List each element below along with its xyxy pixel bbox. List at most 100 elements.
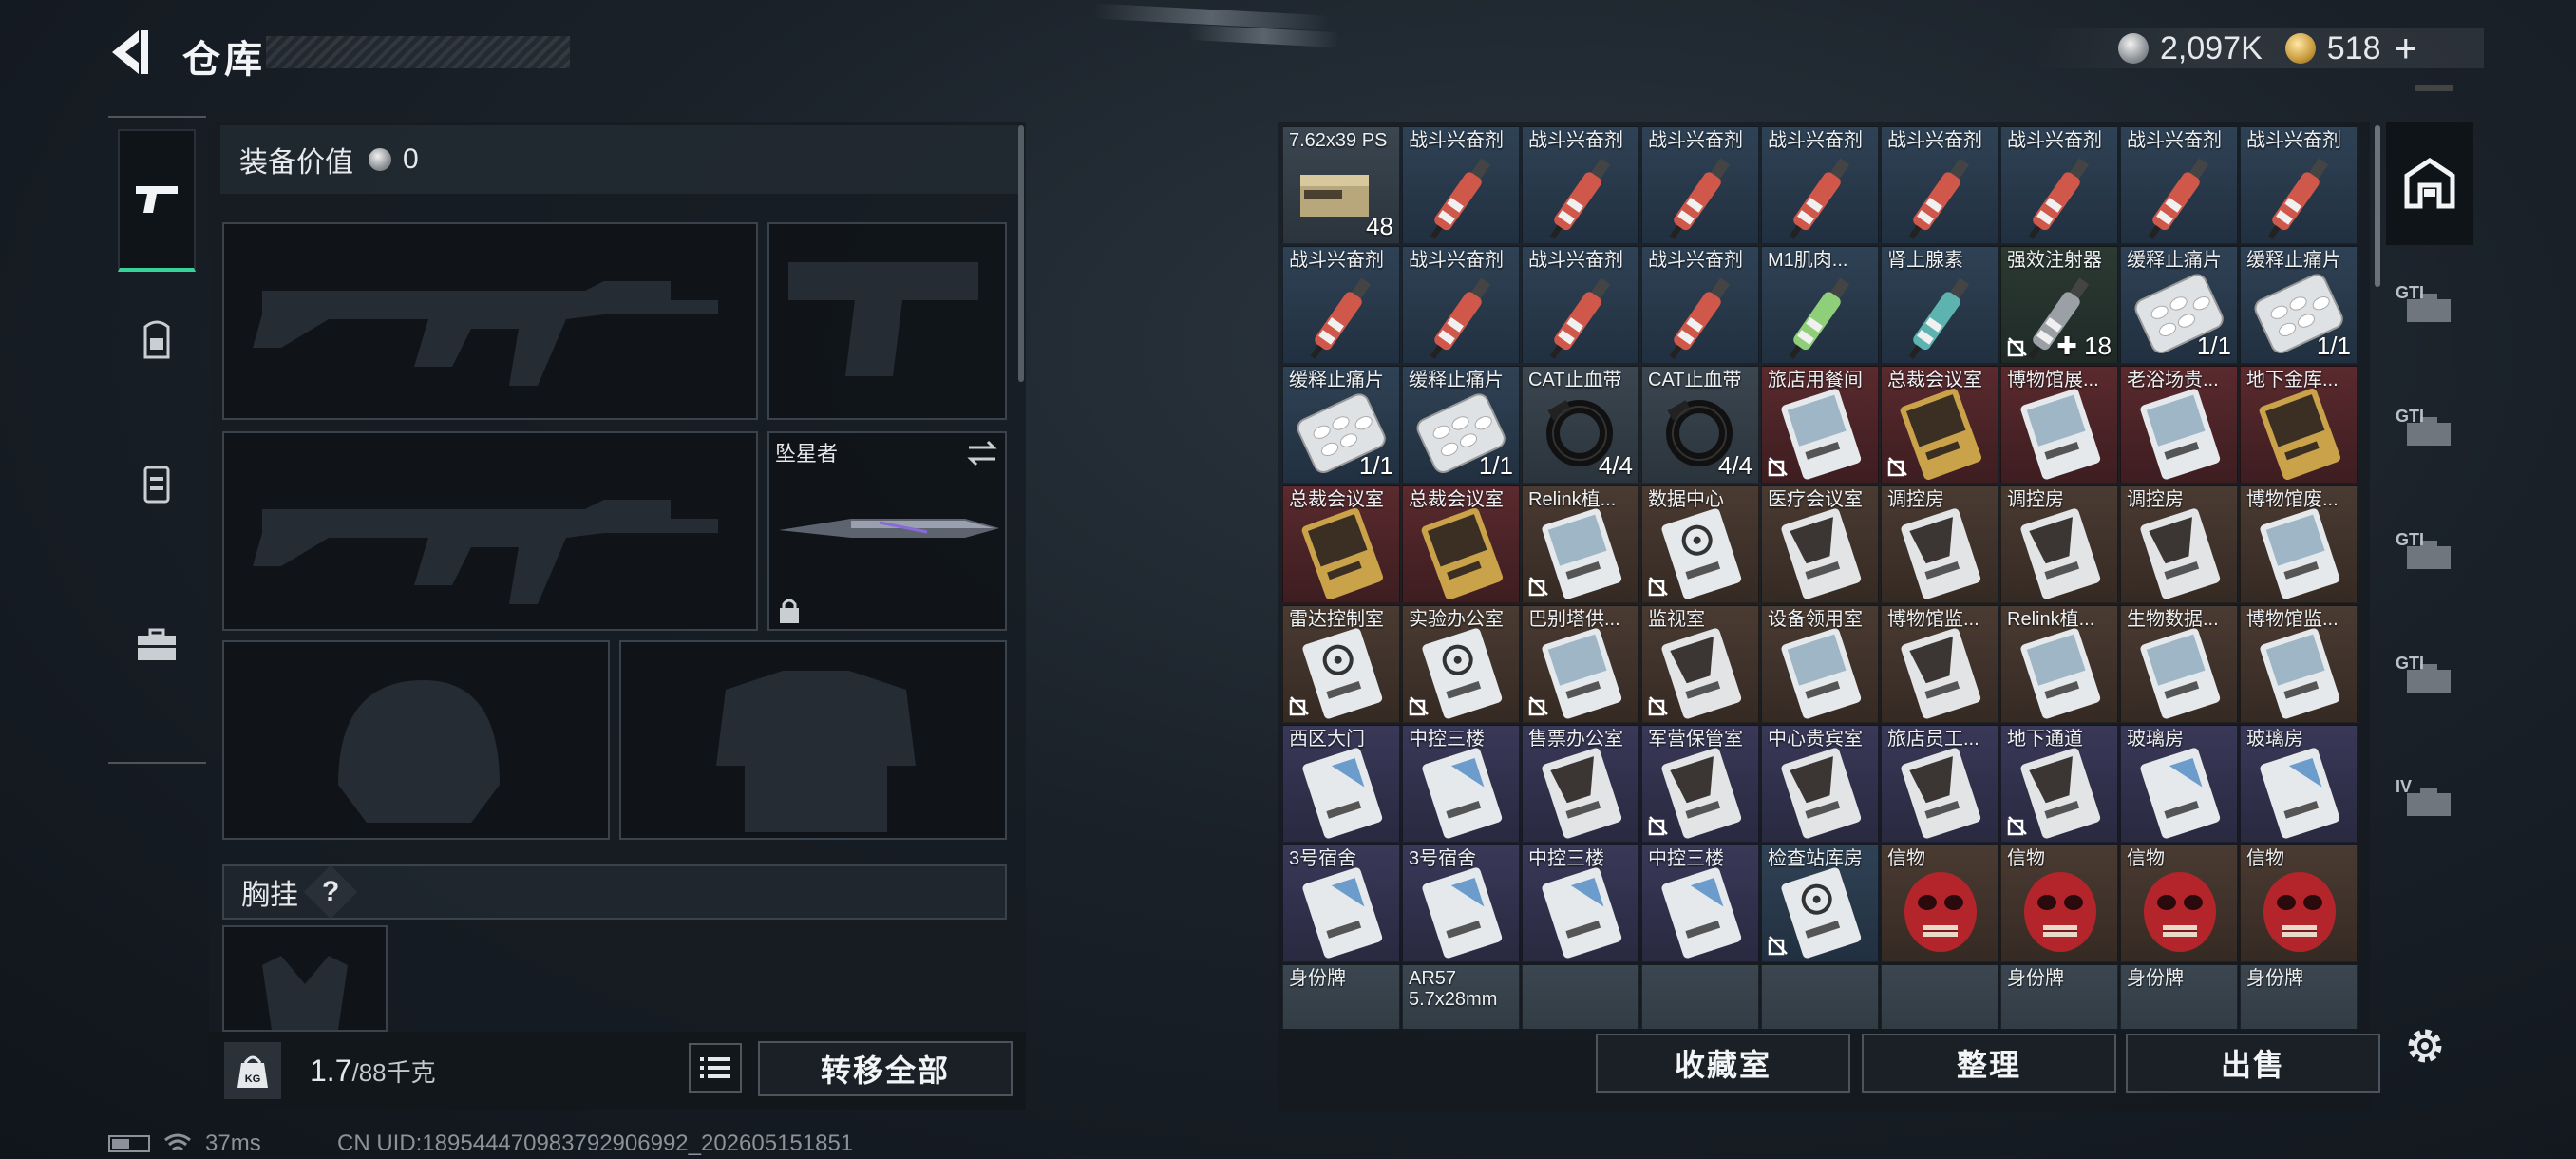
stash-item[interactable]: 中控三楼	[1641, 845, 1759, 962]
sell-button[interactable]: 出售	[2126, 1034, 2380, 1092]
stash-item[interactable]: 旅店员工...	[1881, 725, 1998, 843]
stash-item[interactable]: 中心贵宾室	[1761, 725, 1879, 843]
stash-item[interactable]: 博物馆废...	[2240, 485, 2358, 603]
pistol-slot[interactable]	[767, 222, 1007, 420]
stash-item[interactable]: 肾上腺素	[1881, 246, 1998, 364]
weight-button[interactable]: KG	[224, 1042, 281, 1099]
gear-icon[interactable]	[2401, 1022, 2449, 1070]
armor-slot[interactable]	[619, 640, 1007, 840]
stash-tab-4[interactable]: GTI	[2386, 616, 2473, 739]
stash-item[interactable]: 战斗兴奋剂	[1881, 126, 1998, 244]
stash-item[interactable]: 身份牌	[2120, 964, 2238, 1029]
weapon-tab[interactable]	[118, 129, 196, 272]
stash-item[interactable]: 设备领用室	[1761, 605, 1879, 723]
backpack-tab[interactable]	[118, 277, 196, 401]
stash-item[interactable]	[1881, 964, 1998, 1029]
stash-tab-all[interactable]	[2386, 122, 2473, 245]
transfer-all-button[interactable]: 转移全部	[758, 1041, 1013, 1096]
stash-item[interactable]: 3号宿舍	[1282, 845, 1400, 962]
stash-item[interactable]: 信物	[2000, 845, 2118, 962]
stash-item[interactable]: 信物	[2120, 845, 2238, 962]
stash-item[interactable]: 军营保管室	[1641, 725, 1759, 843]
stash-item[interactable]: 检查站库房	[1761, 845, 1879, 962]
stash-item[interactable]: 售票办公室	[1522, 725, 1639, 843]
stash-item[interactable]: Relink植...	[1522, 485, 1639, 603]
stash-item[interactable]: 西区大门	[1282, 725, 1400, 843]
stash-item[interactable]: 身份牌	[2240, 964, 2358, 1029]
sort-button[interactable]: 整理	[1862, 1034, 2116, 1092]
stash-item[interactable]: CAT止血带 4/4	[1522, 366, 1639, 484]
stash-item[interactable]: 缓释止痛片 1/1	[2120, 246, 2238, 364]
collection-room-button[interactable]: 收藏室	[1596, 1034, 1850, 1092]
stash-item[interactable]: 中控三楼	[1402, 725, 1520, 843]
stash-item[interactable]: 调控房	[2120, 485, 2238, 603]
swap-arrows-icon[interactable]	[965, 439, 999, 467]
stash-item[interactable]: 博物馆监...	[2240, 605, 2358, 723]
help-icon[interactable]: ?	[303, 864, 358, 920]
stash-item[interactable]: M1肌肉...	[1761, 246, 1879, 364]
secondary-weapon-slot[interactable]	[222, 431, 758, 631]
stash-item[interactable]: 总裁会议室	[1402, 485, 1520, 603]
stash-item[interactable]: 玻璃房	[2240, 725, 2358, 843]
stash-tab-3[interactable]: GTI	[2386, 492, 2473, 616]
stash-item[interactable]: 实验办公室	[1402, 605, 1520, 723]
stash-item[interactable]: 监视室	[1641, 605, 1759, 723]
primary-weapon-slot[interactable]	[222, 222, 758, 420]
stash-item[interactable]: 战斗兴奋剂	[1522, 126, 1639, 244]
stash-item[interactable]: 缓释止痛片 1/1	[1402, 366, 1520, 484]
stash-item[interactable]: 战斗兴奋剂	[2240, 126, 2358, 244]
stash-item[interactable]: 强效注射器 ✚ 18	[2000, 246, 2118, 364]
stash-item[interactable]: CAT止血带 4/4	[1641, 366, 1759, 484]
helmet-slot[interactable]	[222, 640, 610, 840]
stash-item[interactable]: 生物数据...	[2120, 605, 2238, 723]
stash-item[interactable]: 战斗兴奋剂	[2120, 126, 2238, 244]
case-tab[interactable]	[118, 583, 196, 707]
stash-item[interactable]: 战斗兴奋剂	[1522, 246, 1639, 364]
back-arrow-icon[interactable]	[104, 27, 154, 78]
stash-item[interactable]: 博物馆监...	[1881, 605, 1998, 723]
stash-item[interactable]: 调控房	[1881, 485, 1998, 603]
stash-item[interactable]: 战斗兴奋剂	[1282, 246, 1400, 364]
stash-item[interactable]: 战斗兴奋剂	[1402, 246, 1520, 364]
stash-item[interactable]: 中控三楼	[1522, 845, 1639, 962]
stash-item[interactable]: 信物	[1881, 845, 1998, 962]
stash-scrollbar[interactable]	[2375, 125, 2380, 287]
stash-item[interactable]: Relink植...	[2000, 605, 2118, 723]
stash-item[interactable]: 3号宿舍	[1402, 845, 1520, 962]
vest-tab[interactable]	[118, 422, 196, 545]
stash-item[interactable]	[1761, 964, 1879, 1029]
stash-item[interactable]: 医疗会议室	[1761, 485, 1879, 603]
stash-item[interactable]: 缓释止痛片 1/1	[1282, 366, 1400, 484]
stash-item[interactable]: 旅店用餐间	[1761, 366, 1879, 484]
stash-item[interactable]: 地下金库...	[2240, 366, 2358, 484]
stash-item[interactable]: 玻璃房	[2120, 725, 2238, 843]
stash-item[interactable]: 战斗兴奋剂	[1641, 126, 1759, 244]
stash-item[interactable]: 雷达控制室	[1282, 605, 1400, 723]
stash-tab-1[interactable]: GTI	[2386, 245, 2473, 369]
stash-item[interactable]: 巴别塔供...	[1522, 605, 1639, 723]
stash-item[interactable]: 7.62x39 PS 48	[1282, 126, 1400, 244]
stash-item[interactable]: 老浴场贵...	[2120, 366, 2238, 484]
stash-item[interactable]: AR57 5.7x28mm	[1402, 964, 1520, 1029]
stash-item[interactable]: 总裁会议室	[1881, 366, 1998, 484]
stash-item[interactable]	[1641, 964, 1759, 1029]
stash-item[interactable]: 战斗兴奋剂	[1402, 126, 1520, 244]
stash-item[interactable]: 数据中心	[1641, 485, 1759, 603]
stash-item[interactable]: 战斗兴奋剂	[2000, 126, 2118, 244]
stash-item[interactable]	[1522, 964, 1639, 1029]
stash-item[interactable]: 身份牌	[1282, 964, 1400, 1029]
stash-item[interactable]: 总裁会议室	[1282, 485, 1400, 603]
stash-item[interactable]: 博物馆展...	[2000, 366, 2118, 484]
stash-item[interactable]: 调控房	[2000, 485, 2118, 603]
stash-tab-2[interactable]: GTI	[2386, 369, 2473, 492]
stash-item[interactable]: 信物	[2240, 845, 2358, 962]
stash-item[interactable]: 身份牌	[2000, 964, 2118, 1029]
stash-item[interactable]: 缓释止痛片 1/1	[2240, 246, 2358, 364]
stash-item[interactable]: 地下通道	[2000, 725, 2118, 843]
list-view-button[interactable]	[689, 1043, 742, 1092]
equipment-scrollbar[interactable]	[1018, 125, 1024, 382]
stash-tab-5[interactable]: IV	[2386, 739, 2473, 863]
stash-item[interactable]: 战斗兴奋剂	[1641, 246, 1759, 364]
melee-slot[interactable]: 坠星者	[767, 431, 1007, 631]
stash-item[interactable]: 战斗兴奋剂	[1761, 126, 1879, 244]
